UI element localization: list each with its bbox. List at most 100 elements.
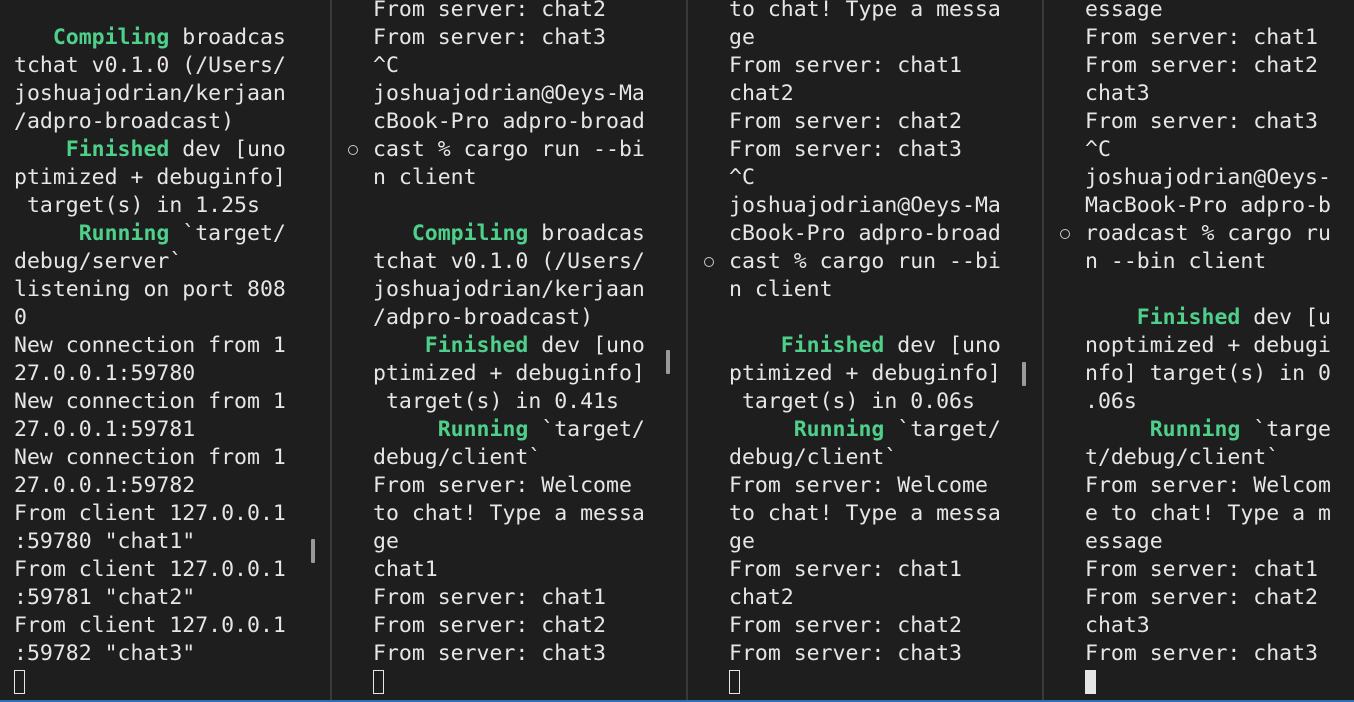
terminal-line: From server: Welcom bbox=[1085, 472, 1331, 500]
terminal-prompt-line[interactable] bbox=[729, 668, 1001, 696]
terminal-line: Finished dev [u bbox=[1085, 304, 1331, 332]
cargo-status-keyword: Finished bbox=[729, 333, 885, 358]
terminal-text: debug/client` bbox=[729, 445, 898, 470]
terminal-text: essage bbox=[1085, 529, 1163, 554]
terminal-text: From server: chat2 bbox=[729, 109, 962, 134]
terminal-prompt-line[interactable] bbox=[1085, 668, 1331, 696]
terminal-pane-client-1[interactable]: From server: chat2 From server: chat3 ^C jo… bbox=[332, 0, 686, 700]
cargo-status-keyword: Compiling bbox=[373, 221, 529, 246]
terminal-text: From server: chat3 bbox=[729, 641, 962, 666]
terminal-text: From server: Welcom bbox=[1085, 473, 1331, 498]
terminal-split-view: Compiling broadcas tchat v0.1.0 (/Users/j… bbox=[0, 0, 1354, 702]
terminal-text: ^C bbox=[1085, 137, 1111, 162]
terminal-text: tchat v0.1.0 (/Users/ bbox=[373, 249, 645, 274]
terminal-text: From server: chat2 bbox=[1085, 53, 1318, 78]
terminal-output: essage From server: chat1 From server: cha… bbox=[1085, 0, 1331, 696]
terminal-line: 27.0.0.1:59781 bbox=[14, 416, 286, 444]
terminal-text: nfo] target(s) in 0 bbox=[1085, 361, 1331, 386]
terminal-text: From server: chat1 bbox=[729, 557, 962, 582]
terminal-line: debug/client` bbox=[373, 444, 645, 472]
terminal-text: roadcast % cargo ru bbox=[1085, 221, 1331, 246]
command-status-icon bbox=[704, 257, 714, 267]
terminal-text: 0 bbox=[14, 305, 27, 330]
cargo-status-keyword: Running bbox=[373, 417, 529, 442]
terminal-line: From client 127.0.0.1 bbox=[14, 612, 286, 640]
terminal-text: to chat! Type a messa bbox=[373, 501, 645, 526]
terminal-line: From server: Welcome bbox=[729, 472, 1001, 500]
terminal-line: n client bbox=[729, 276, 1001, 304]
terminal-text: ge bbox=[729, 529, 755, 554]
scrollbar-thumb[interactable] bbox=[666, 350, 670, 374]
terminal-text: noptimized + debugi bbox=[1085, 333, 1331, 358]
terminal-line: to chat! Type a messa bbox=[729, 0, 1001, 24]
terminal-line: Running `targe bbox=[1085, 416, 1331, 444]
cargo-status-keyword: Compiling bbox=[14, 25, 170, 50]
terminal-pane-client-3[interactable]: essage From server: chat1 From server: cha… bbox=[1044, 0, 1354, 700]
terminal-output: Compiling broadcas tchat v0.1.0 (/Users/j… bbox=[14, 24, 286, 696]
scrollbar-thumb[interactable] bbox=[311, 539, 315, 563]
cargo-status-keyword: Finished bbox=[373, 333, 529, 358]
terminal-text: :59782 "chat3" bbox=[14, 641, 196, 666]
command-status-icon bbox=[1060, 229, 1070, 239]
terminal-line: :59782 "chat3" bbox=[14, 640, 286, 668]
terminal-text: ptimized + debuginfo] bbox=[14, 165, 286, 190]
terminal-line: chat3 bbox=[1085, 612, 1331, 640]
terminal-text: :59780 "chat1" bbox=[14, 529, 196, 554]
terminal-line: From server: chat2 bbox=[1085, 584, 1331, 612]
terminal-line: ge bbox=[373, 528, 645, 556]
cargo-status-keyword: Running bbox=[729, 417, 885, 442]
terminal-text: From server: chat1 bbox=[1085, 557, 1318, 582]
terminal-line: chat1 bbox=[373, 556, 645, 584]
terminal-line: From server: chat3 bbox=[1085, 640, 1331, 668]
terminal-pane-client-2[interactable]: to chat! Type a messa ge From server: chat… bbox=[688, 0, 1042, 700]
terminal-text: `target/ bbox=[528, 417, 645, 442]
terminal-text: From server: chat1 bbox=[729, 53, 962, 78]
terminal-line: From server: chat3 bbox=[1085, 108, 1331, 136]
terminal-line: to chat! Type a messa bbox=[729, 500, 1001, 528]
terminal-line: /adpro-broadcast) bbox=[14, 108, 286, 136]
terminal-line: From server: chat3 bbox=[729, 640, 1001, 668]
terminal-line: From server: chat1 bbox=[729, 52, 1001, 80]
terminal-line: target(s) in 0.41s bbox=[373, 388, 645, 416]
terminal-line: .06s bbox=[1085, 388, 1331, 416]
terminal-text: cBook-Pro adpro-broad bbox=[729, 221, 1001, 246]
terminal-line: noptimized + debugi bbox=[1085, 332, 1331, 360]
terminal-prompt-line[interactable] bbox=[373, 668, 645, 696]
scrollbar-thumb[interactable] bbox=[1022, 362, 1026, 386]
terminal-line: listening on port 808 bbox=[14, 276, 286, 304]
terminal-line: ^C bbox=[373, 52, 645, 80]
terminal-text: ptimized + debuginfo] bbox=[373, 361, 645, 386]
terminal-line: tchat v0.1.0 (/Users/ bbox=[14, 52, 286, 80]
terminal-text: `targe bbox=[1240, 417, 1331, 442]
terminal-text: From server: chat2 bbox=[373, 613, 606, 638]
terminal-line: Finished dev [uno bbox=[14, 136, 286, 164]
terminal-line: From server: chat2 bbox=[1085, 52, 1331, 80]
terminal-text: ^C bbox=[729, 165, 755, 190]
terminal-line: MacBook-Pro adpro-b bbox=[1085, 192, 1331, 220]
terminal-text: From server: Welcome bbox=[373, 473, 632, 498]
terminal-text: cBook-Pro adpro-broad bbox=[373, 109, 645, 134]
terminal-text: From server: chat2 bbox=[1085, 585, 1318, 610]
terminal-line: Running `target/ bbox=[729, 416, 1001, 444]
terminal-text: From server: chat3 bbox=[1085, 641, 1318, 666]
terminal-prompt-line[interactable] bbox=[14, 668, 286, 696]
terminal-text: joshuajodrian/kerjaan bbox=[14, 81, 286, 106]
terminal-text: to chat! Type a messa bbox=[729, 0, 1001, 22]
terminal-text: n client bbox=[373, 165, 477, 190]
terminal-line: Compiling broadcas bbox=[373, 220, 645, 248]
terminal-text: From client 127.0.0.1 bbox=[14, 557, 286, 582]
terminal-text: joshuajodrian@Oeys- bbox=[1085, 165, 1331, 190]
terminal-line: e to chat! Type a m bbox=[1085, 500, 1331, 528]
terminal-line: to chat! Type a messa bbox=[373, 500, 645, 528]
terminal-line: essage bbox=[1085, 528, 1331, 556]
terminal-line: ptimized + debuginfo] bbox=[14, 164, 286, 192]
terminal-text: New connection from 1 bbox=[14, 389, 286, 414]
terminal-pane-server[interactable]: Compiling broadcas tchat v0.1.0 (/Users/j… bbox=[0, 0, 330, 700]
terminal-line: chat2 bbox=[729, 584, 1001, 612]
terminal-text: cast % cargo run --bi bbox=[729, 249, 1001, 274]
terminal-line: cBook-Pro adpro-broad bbox=[729, 220, 1001, 248]
terminal-line: From server: chat1 bbox=[729, 556, 1001, 584]
terminal-line: joshuajodrian/kerjaan bbox=[14, 80, 286, 108]
